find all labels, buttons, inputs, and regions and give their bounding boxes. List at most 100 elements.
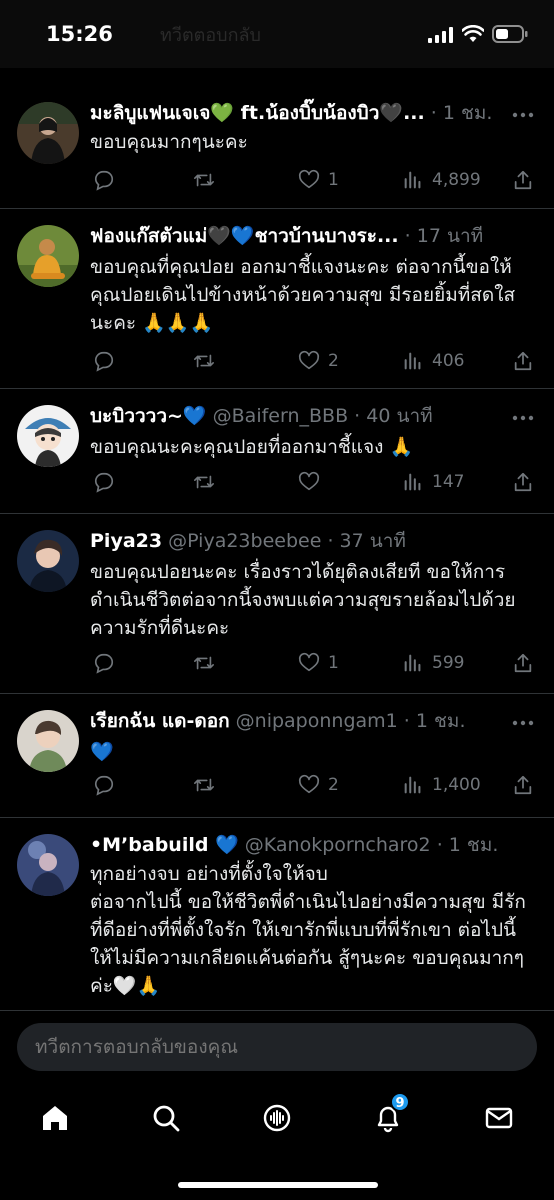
like-count: 2	[328, 775, 339, 795]
action-bar: 1 599	[90, 650, 540, 676]
like-count: 2	[328, 351, 339, 371]
tab-messages[interactable]	[479, 1100, 519, 1136]
reply-button[interactable]	[93, 772, 123, 798]
like-count: 1	[328, 653, 339, 673]
reply-header: Piya23 @Piya23beebee · 37 นาที	[90, 530, 406, 552]
reply-icon	[94, 472, 114, 493]
status-time: 15:26	[46, 22, 113, 46]
like-button[interactable]	[298, 469, 328, 495]
reply-item[interactable]: บะบิวววว~💙 @Baifern_BBB · 40 นาที ขอบคุณ…	[0, 389, 554, 514]
avatar[interactable]	[17, 225, 79, 287]
timestamp[interactable]: 1 ชม.	[416, 710, 466, 732]
retweet-button[interactable]	[193, 167, 223, 193]
search-icon	[153, 1105, 180, 1132]
user-handle[interactable]: @Piya23beebee	[168, 530, 321, 552]
reply-text: ขอบคุณนะคะคุณปอยที่ออกมาชี้แจง 🙏	[90, 436, 414, 458]
timestamp[interactable]: 17 นาที	[417, 225, 483, 247]
share-button[interactable]	[512, 167, 534, 193]
retweet-button[interactable]	[193, 772, 223, 798]
home-icon	[43, 1106, 67, 1130]
display-name[interactable]: บะบิวววว~💙	[90, 405, 207, 427]
retweet-button[interactable]	[193, 469, 223, 495]
reply-button[interactable]	[93, 167, 123, 193]
timestamp[interactable]: 1 ชม.	[449, 834, 499, 856]
views-button[interactable]: 406	[402, 348, 464, 374]
display-name[interactable]: ฟองแก๊สตัวแม่🖤💙ชาวบ้านบางระ...	[90, 225, 399, 247]
reply-compose-input[interactable]	[17, 1023, 537, 1071]
like-button[interactable]: 2	[298, 348, 339, 374]
action-bar: 147	[90, 469, 540, 495]
action-bar: 1 4,899	[90, 167, 540, 193]
avatar[interactable]	[17, 710, 79, 772]
reply-header: เรียกฉัน แด-ดอก @nipaponngam1 · 1 ชม.	[90, 710, 466, 732]
views-button[interactable]: 599	[402, 650, 464, 676]
more-options-icon[interactable]	[512, 414, 534, 422]
like-button[interactable]: 2	[298, 772, 339, 798]
more-options-icon[interactable]	[512, 111, 534, 119]
share-button[interactable]	[512, 469, 534, 495]
retweet-icon	[194, 475, 214, 489]
share-icon	[514, 653, 532, 673]
analytics-icon	[404, 654, 421, 672]
heart-icon	[298, 169, 320, 189]
avatar[interactable]	[17, 834, 79, 896]
timestamp[interactable]: 37 นาที	[340, 530, 406, 552]
reply-button[interactable]	[93, 469, 123, 495]
tab-spaces[interactable]	[257, 1100, 297, 1136]
share-button[interactable]	[512, 650, 534, 676]
retweet-button[interactable]	[193, 650, 223, 676]
action-bar: 2 1,400	[90, 772, 540, 798]
views-button[interactable]: 1,400	[402, 772, 481, 798]
display-name[interactable]: มะลิบูแฟนเจเจ💚 ft.น้องบิ๊บน้องบิว🖤...	[90, 102, 425, 124]
like-button[interactable]: 1	[298, 167, 339, 193]
retweet-button[interactable]	[193, 348, 223, 374]
reply-button[interactable]	[93, 348, 123, 374]
view-count: 406	[432, 351, 465, 371]
display-name[interactable]: เรียกฉัน แด-ดอก	[90, 710, 230, 732]
user-handle[interactable]: @Kanokporncharo2	[245, 834, 431, 856]
tab-search[interactable]	[146, 1100, 186, 1136]
more-options-icon[interactable]	[512, 719, 534, 727]
reply-text: ขอบคุณที่คุณปอย ออกมาชี้แจงนะคะ ต่อจากนี…	[90, 256, 516, 334]
user-handle[interactable]: @Baifern_BBB	[213, 405, 348, 427]
compose-bar	[0, 1010, 554, 1080]
reply-button[interactable]	[93, 650, 123, 676]
avatar[interactable]	[17, 102, 79, 164]
tab-home[interactable]	[35, 1100, 75, 1136]
reply-item[interactable]: มะลิบูแฟนเจเจ💚 ft.น้องบิ๊บน้องบิว🖤... · …	[0, 86, 554, 209]
analytics-icon	[404, 171, 421, 189]
timestamp[interactable]: 40 นาที	[366, 405, 432, 427]
timestamp[interactable]: 1 ชม.	[443, 102, 493, 124]
display-name[interactable]: Piya23	[90, 530, 162, 552]
share-button[interactable]	[512, 348, 534, 374]
heart-icon	[298, 774, 320, 794]
analytics-icon	[404, 473, 421, 491]
reply-header: •M’babuild 💙 @Kanokporncharo2 · 1 ชม.	[90, 834, 499, 856]
share-icon	[514, 351, 532, 371]
status-bar: 15:26 ทวีตตอบกลับ	[0, 0, 554, 68]
tab-notifications[interactable]: 9	[368, 1092, 410, 1136]
battery-icon	[492, 25, 528, 43]
reply-icon	[94, 653, 114, 674]
reply-feed[interactable]: มะลิบูแฟนเจเจ💚 ft.น้องบิ๊บน้องบิว🖤... · …	[0, 68, 554, 1010]
view-count: 4,899	[432, 170, 481, 190]
avatar[interactable]	[17, 530, 79, 592]
reply-item[interactable]: •M’babuild 💙 @Kanokporncharo2 · 1 ชม. ทุ…	[0, 818, 554, 1010]
reply-item[interactable]: ฟองแก๊สตัวแม่🖤💙ชาวบ้านบางระ... · 17 นาที…	[0, 209, 554, 389]
avatar[interactable]	[17, 405, 79, 467]
like-button[interactable]: 1	[298, 650, 339, 676]
views-button[interactable]: 147	[402, 469, 464, 495]
reply-text: ทุกอย่างจบ อย่างที่ตั้งใจให้จบ ต่อจากไปน…	[90, 863, 526, 997]
share-button[interactable]	[512, 772, 534, 798]
display-name[interactable]: •M’babuild 💙	[90, 834, 239, 856]
user-handle[interactable]: @nipaponngam1	[236, 710, 398, 732]
reply-item[interactable]: เรียกฉัน แด-ดอก @nipaponngam1 · 1 ชม. 💙 …	[0, 694, 554, 818]
reply-header: ฟองแก๊สตัวแม่🖤💙ชาวบ้านบางระ... · 17 นาที	[90, 225, 484, 247]
reply-header: มะลิบูแฟนเจเจ💚 ft.น้องบิ๊บน้องบิว🖤... · …	[90, 102, 493, 124]
analytics-icon	[404, 776, 421, 794]
view-count: 599	[432, 653, 465, 673]
reply-item[interactable]: Piya23 @Piya23beebee · 37 นาที ขอบคุณปอย…	[0, 514, 554, 694]
cellular-signal-icon	[428, 27, 453, 43]
views-button[interactable]: 4,899	[402, 167, 481, 193]
heart-icon	[298, 350, 320, 370]
